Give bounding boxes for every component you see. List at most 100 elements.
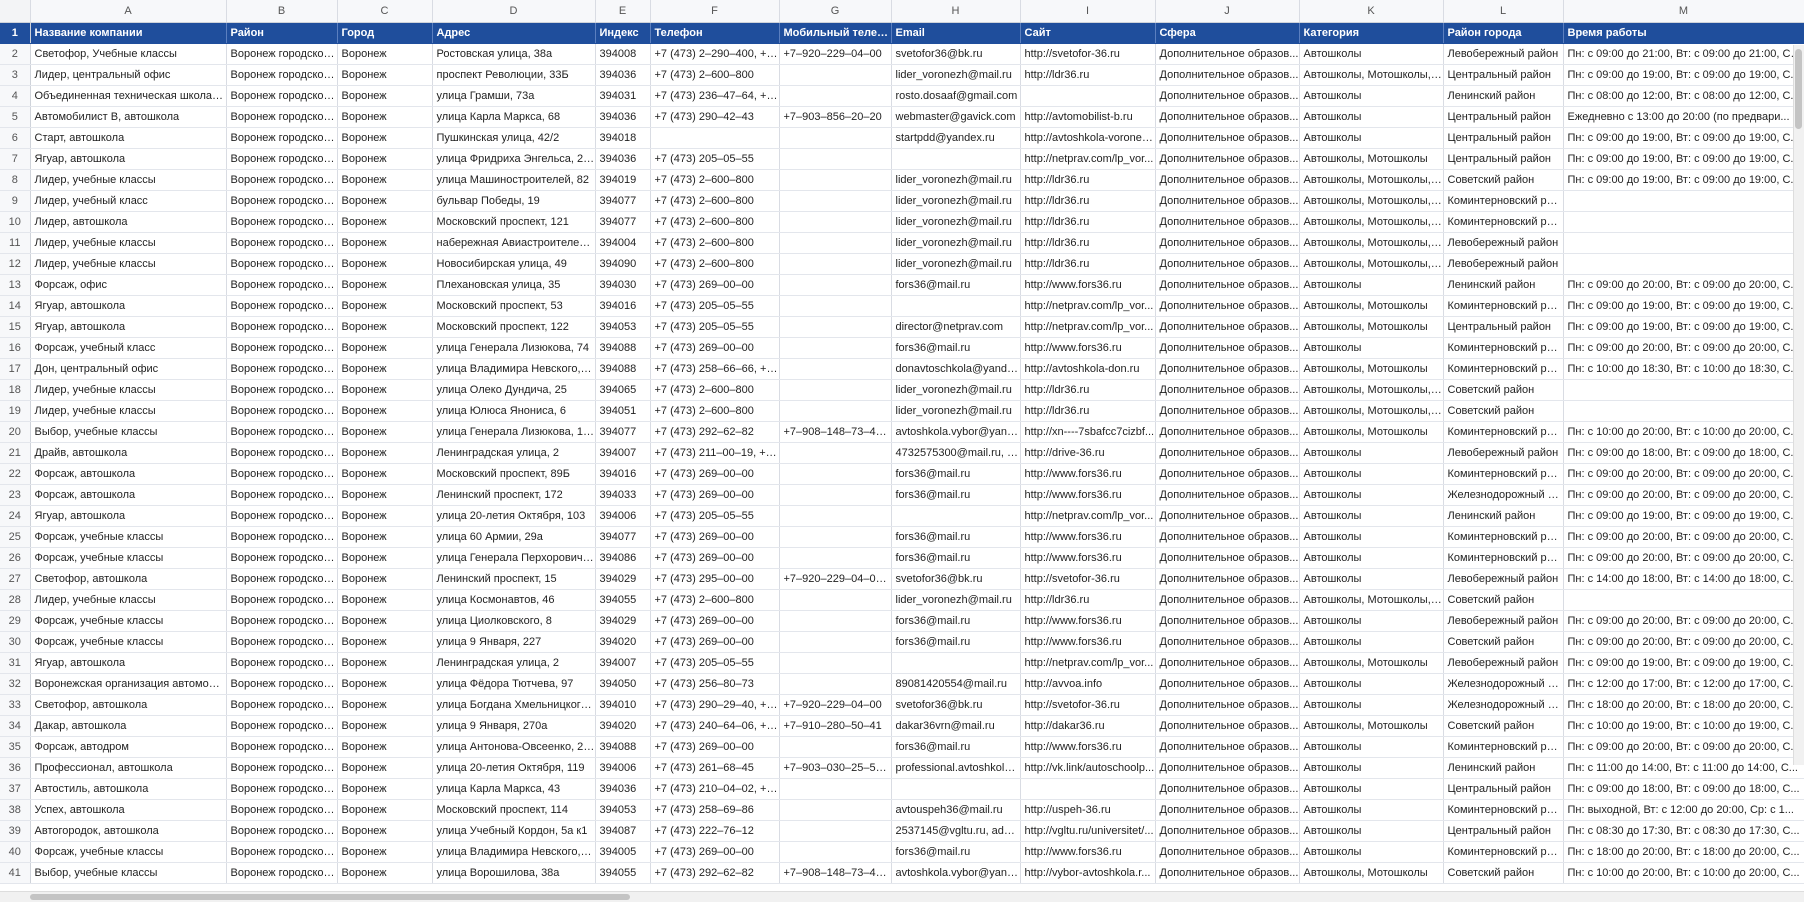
table-cell[interactable]: Светофор, автошкола: [30, 568, 227, 590]
table-cell[interactable]: Автошколы, Мотошколы: [1299, 148, 1444, 170]
table-cell[interactable]: fors36@mail.ru: [891, 736, 1021, 758]
table-cell[interactable]: Центральный район: [1443, 778, 1564, 800]
row-number[interactable]: 38: [0, 799, 31, 821]
column-title-cell[interactable]: Сайт: [1020, 22, 1156, 44]
table-cell[interactable]: Автошколы, Мотошколы, ...: [1299, 232, 1444, 254]
table-cell[interactable]: Дополнительное образов...: [1155, 715, 1300, 737]
table-cell[interactable]: Центральный район: [1443, 316, 1564, 338]
table-cell[interactable]: Ленинский район: [1443, 274, 1564, 296]
table-cell[interactable]: +7 (473) 205–05–55: [650, 505, 780, 527]
table-cell[interactable]: Воронеж: [337, 442, 433, 464]
table-cell[interactable]: Воронеж городской ок...: [226, 799, 338, 821]
table-cell[interactable]: Дополнительное образов...: [1155, 526, 1300, 548]
table-cell[interactable]: улица Машиностроителей, 82: [432, 169, 596, 191]
table-cell[interactable]: http://avvoa.info: [1020, 673, 1156, 695]
table-cell[interactable]: [779, 64, 892, 86]
table-cell[interactable]: Центральный район: [1443, 127, 1564, 149]
table-cell[interactable]: Воронеж: [337, 316, 433, 338]
row-number[interactable]: 4: [0, 85, 31, 107]
table-cell[interactable]: Ягуар, автошкола: [30, 316, 227, 338]
table-cell[interactable]: [650, 127, 780, 149]
table-cell[interactable]: Воронеж городской ок...: [226, 169, 338, 191]
table-cell[interactable]: Выбор, учебные классы: [30, 421, 227, 443]
table-cell[interactable]: [779, 316, 892, 338]
table-cell[interactable]: 394055: [595, 862, 651, 884]
table-cell[interactable]: улица Генерала Лизюкова, 17а: [432, 421, 596, 443]
table-cell[interactable]: Автошколы, Мотошколы, ...: [1299, 169, 1444, 191]
table-cell[interactable]: +7 (473) 269–00–00: [650, 484, 780, 506]
table-cell[interactable]: Автошколы: [1299, 85, 1444, 107]
column-header-d[interactable]: D: [432, 0, 596, 23]
table-cell[interactable]: Воронеж городской ок...: [226, 421, 338, 443]
row-number[interactable]: 24: [0, 505, 31, 527]
table-cell[interactable]: Пн: с 12:00 до 17:00, Вт: с 12:00 до 17:…: [1563, 673, 1804, 695]
table-cell[interactable]: Воронеж: [337, 631, 433, 653]
table-cell[interactable]: Пн: с 09:00 до 19:00, Вт: с 09:00 до 19:…: [1563, 127, 1804, 149]
table-cell[interactable]: +7 (473) 269–00–00: [650, 736, 780, 758]
table-cell[interactable]: Воронеж городской ок...: [226, 148, 338, 170]
column-header-e[interactable]: E: [595, 0, 651, 23]
table-cell[interactable]: Ростовская улица, 38а: [432, 43, 596, 65]
table-cell[interactable]: +7 (473) 295–00–00: [650, 568, 780, 590]
table-cell[interactable]: 394036: [595, 64, 651, 86]
table-cell[interactable]: Коминтерновский район: [1443, 421, 1564, 443]
table-cell[interactable]: улица Фёдора Тютчева, 97: [432, 673, 596, 695]
table-cell[interactable]: Воронеж: [337, 379, 433, 401]
table-cell[interactable]: http://netprav.com/lp_vor...: [1020, 505, 1156, 527]
table-cell[interactable]: +7–920–229–04–00, +7...: [779, 568, 892, 590]
table-cell[interactable]: Дополнительное образов...: [1155, 568, 1300, 590]
column-title-cell[interactable]: Название компании: [30, 22, 227, 44]
row-number[interactable]: 40: [0, 841, 31, 863]
table-cell[interactable]: +7 (473) 269–00–00: [650, 547, 780, 569]
table-cell[interactable]: Ленинский проспект, 172: [432, 484, 596, 506]
table-cell[interactable]: Пн: с 10:00 до 20:00, Вт: с 10:00 до 20:…: [1563, 421, 1804, 443]
table-cell[interactable]: Успех, автошкола: [30, 799, 227, 821]
table-cell[interactable]: lider_voronezh@mail.ru: [891, 253, 1021, 275]
table-cell[interactable]: 394050: [595, 673, 651, 695]
table-cell[interactable]: Воронеж городской ок...: [226, 673, 338, 695]
table-cell[interactable]: avtouspeh36@mail.ru: [891, 799, 1021, 821]
row-number[interactable]: 37: [0, 778, 31, 800]
table-cell[interactable]: Автошколы: [1299, 526, 1444, 548]
table-cell[interactable]: Воронеж городской ок...: [226, 694, 338, 716]
table-cell[interactable]: Пн: с 09:00 до 19:00, Вт: с 09:00 до 19:…: [1563, 652, 1804, 674]
table-cell[interactable]: 394006: [595, 757, 651, 779]
table-cell[interactable]: Московский проспект, 121: [432, 211, 596, 233]
table-cell[interactable]: Пн: с 09:00 до 19:00, Вт: с 09:00 до 19:…: [1563, 169, 1804, 191]
table-cell[interactable]: улица Олеко Дундича, 25: [432, 379, 596, 401]
table-cell[interactable]: Форсаж, автошкола: [30, 484, 227, 506]
table-cell[interactable]: Лидер, учебные классы: [30, 379, 227, 401]
table-cell[interactable]: Дополнительное образов...: [1155, 253, 1300, 275]
table-cell[interactable]: Воронеж городской ок...: [226, 64, 338, 86]
table-cell[interactable]: бульвар Победы, 19: [432, 190, 596, 212]
table-cell[interactable]: Лидер, учебные классы: [30, 253, 227, 275]
table-cell[interactable]: [779, 526, 892, 548]
row-number[interactable]: 33: [0, 694, 31, 716]
table-cell[interactable]: Дополнительное образов...: [1155, 442, 1300, 464]
column-title-cell[interactable]: Индекс: [595, 22, 651, 44]
table-cell[interactable]: lider_voronezh@mail.ru: [891, 400, 1021, 422]
table-cell[interactable]: Центральный район: [1443, 106, 1564, 128]
table-cell[interactable]: Автошколы: [1299, 127, 1444, 149]
table-cell[interactable]: улица Владимира Невского, 5...: [432, 841, 596, 863]
table-cell[interactable]: +7 (473) 240–64–06, +7...: [650, 715, 780, 737]
table-cell[interactable]: +7 (473) 2–290–400, +7...: [650, 43, 780, 65]
table-cell[interactable]: Пн: с 09:00 до 19:00, Вт: с 09:00 до 19:…: [1563, 64, 1804, 86]
table-cell[interactable]: [779, 253, 892, 275]
table-cell[interactable]: Форсаж, учебный класс: [30, 337, 227, 359]
table-cell[interactable]: Воронеж городской ок...: [226, 211, 338, 233]
table-cell[interactable]: Автошколы: [1299, 694, 1444, 716]
table-cell[interactable]: [779, 379, 892, 401]
table-cell[interactable]: 394018: [595, 127, 651, 149]
table-cell[interactable]: Коминтерновский район: [1443, 526, 1564, 548]
table-cell[interactable]: 394051: [595, 400, 651, 422]
table-cell[interactable]: Лидер, учебные классы: [30, 589, 227, 611]
table-cell[interactable]: [891, 505, 1021, 527]
table-cell[interactable]: Пн: выходной, Вт: с 12:00 до 20:00, Ср: …: [1563, 799, 1804, 821]
column-header-g[interactable]: G: [779, 0, 892, 23]
table-cell[interactable]: проспект Революции, 33Б: [432, 64, 596, 86]
table-cell[interactable]: rosto.dosaaf@gmail.com: [891, 85, 1021, 107]
table-cell[interactable]: улица 60 Армии, 29а: [432, 526, 596, 548]
table-cell[interactable]: fors36@mail.ru: [891, 463, 1021, 485]
table-cell[interactable]: Центральный район: [1443, 64, 1564, 86]
